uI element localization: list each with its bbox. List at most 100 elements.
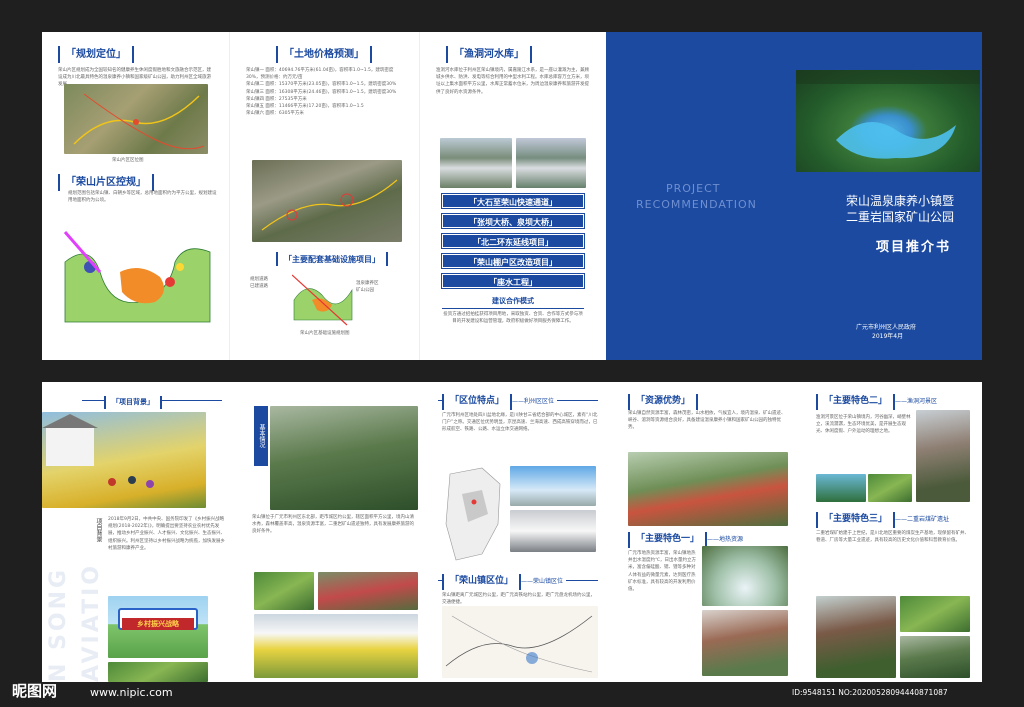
- town-location-text: 荣山镇距离广元城区约公里，距广元高铁站约公里，距广元盘龙机场约公里，交通便捷。: [442, 593, 595, 606]
- spa-building-photo: [702, 610, 788, 676]
- section-title-land-price: 「土地价格预测」: [276, 46, 372, 63]
- cover-resort-photo: [796, 70, 980, 172]
- section-tail-feature-three: ——二重岩煤矿遗址: [895, 516, 950, 523]
- rural-field-photo: [108, 662, 208, 682]
- land-line-6: 荣山镇六 面积：6305平方米: [246, 111, 304, 117]
- location-title-group: 「区位特点」 ——利州区区位: [442, 392, 558, 414]
- legend-item: 规划道路: [250, 277, 268, 282]
- reservoir-photo-left: [440, 138, 512, 188]
- feature-three-title-group: 「主要特色三」 ——二重岩煤矿遗址: [816, 510, 949, 532]
- section-tail-feature-two: ——渔洞河景区: [895, 398, 938, 405]
- infrastructure-legend: 规划道路 已建道路: [250, 276, 290, 290]
- section-title-background: 「项目背景」: [104, 396, 162, 409]
- town-photo-right: [318, 572, 418, 610]
- river-photo: [816, 474, 866, 502]
- brochure-inner-sheet: 「项目背景」 N SONG AVIATIO 项目背景 2018年9月2日，中共中…: [42, 382, 982, 682]
- resort-pool-drawing: [796, 70, 980, 159]
- cover-title-line-1: 荣山温泉康养小镇暨: [846, 194, 955, 208]
- province-map-drawing: [445, 467, 501, 561]
- land-line-1: 荣山镇一 面积：40694.76平方米(61.04亩)，容积率1.0~1.5，建…: [246, 68, 394, 81]
- mountain-village-photo: [270, 406, 418, 510]
- steam-train-rapeseed-photo: [254, 614, 418, 678]
- project-item-water: 「座水工程」: [441, 273, 585, 289]
- zoning-plan-image: [60, 212, 218, 332]
- infrastructure-legend-right: 温泉康养区 矿山公园: [356, 280, 416, 294]
- panel-resources: 「资源优势」 荣山镇自然资源丰富，森林茂密，山水相依，气候宜人，境内温泉、矿山遗…: [612, 382, 802, 682]
- mine-landscape-photo-2: [900, 636, 970, 678]
- project-item-ring-road: 「北二环东延线项目」: [441, 233, 585, 249]
- forest-photo: [868, 474, 912, 502]
- project-item-shantytown: 「荣山棚户区改造项目」: [441, 253, 585, 269]
- background-text: 2018年9月2日，中共中央、国务院印发了《乡村振兴战略规划(2018-2022…: [108, 517, 225, 551]
- cover-date: 2019年4月: [872, 333, 904, 340]
- cave-cliff-photo: [916, 410, 970, 502]
- high-speed-rail-photo: [510, 510, 596, 552]
- legend-item: 已建道路: [250, 284, 268, 290]
- town-location-title-group: 「荣山镇区位」 ——荣山镇区位: [442, 572, 567, 594]
- zoning-text: 规划范围包括荣山镇、白朝乡等区域，总用地面积约为平方公里，规划建设用地面积约为公…: [68, 191, 217, 204]
- reservoir-photo-right: [516, 138, 586, 188]
- cover-english-line-2: RECOMMENDATION: [636, 198, 757, 211]
- town-photo-left: [254, 572, 314, 610]
- section-title-town-location: 「荣山镇区位」: [442, 574, 522, 590]
- mine-landscape-photo-1: [900, 596, 970, 632]
- section-title-location: 「区位特点」: [442, 394, 513, 410]
- airport-photo: [510, 466, 596, 506]
- zoning-plan-drawing: [63, 231, 211, 323]
- feature-three-text: 二重岩煤矿始建于上世纪，是川北地区重要的煤炭生产基地，现保留有矿井、巷道、厂房等…: [816, 531, 969, 544]
- village-flowers-photo: [42, 412, 206, 508]
- location-map-image: [64, 84, 208, 154]
- cover-subtitle: 项目推介书: [876, 240, 952, 255]
- section-title-feature-one: 「主要特色一」: [628, 532, 708, 548]
- legend-item: 温泉康养区: [356, 281, 379, 286]
- route-map-drawing: [445, 615, 593, 673]
- infrastructure-plan-image: [291, 270, 354, 328]
- section-title-reservoir: 「渔洞河水库」: [446, 46, 532, 63]
- revitalization-banner: 乡村振兴战略: [122, 618, 194, 630]
- cooperation-text: 投资方通过招拍挂获得项目用地，采取独资、合资、合作等方式参与项目的开发建设和运营…: [442, 308, 584, 325]
- cover-issuer: 广元市利州区人民政府: [856, 324, 917, 331]
- cover-english-line-1: PROJECT: [666, 182, 721, 195]
- legend-item: 矿山公园: [356, 288, 374, 294]
- basic-info-vertical-label: 基本情况: [254, 406, 268, 466]
- panel-reservoir: 「渔洞河水库」 渔洞河水库位于利州区荣山镇境内，属嘉陵江水系，是一座以灌溉为主，…: [420, 32, 606, 360]
- section-title-positioning: 「规划定位」: [58, 46, 134, 63]
- land-line-5: 荣山镇五 面积：11466平方米(17.20亩)，容积率1.0~1.5: [246, 103, 364, 109]
- section-title-resources: 「资源优势」: [628, 394, 699, 410]
- village-scene-drawing: [42, 414, 154, 488]
- land-line-2: 荣山镇二 面积：15370平方米(23.05亩)，容积率1.0~1.5，建筑密度…: [246, 82, 397, 88]
- background-vertical-label: 项目背景: [95, 518, 102, 542]
- project-item-bridges: 「张坝大桥、泉坝大桥」: [441, 213, 585, 229]
- mine-ruins-photo: [816, 596, 896, 678]
- infrastructure-plan-caption: 荣山片区基础设施规划图: [300, 331, 350, 336]
- section-tail-location: ——利州区区位: [512, 398, 555, 405]
- feature-one-text: 广元市地热资源丰富，荣山镇地热井出水温度约℃，日出水量约立方米，富含偏硅酸、锶、…: [628, 551, 697, 592]
- image-id-text: ID:9548151 NO:20200528094440871087: [792, 688, 948, 697]
- infrastructure-plan-drawing: [291, 274, 353, 326]
- cover-panel: PROJECT RECOMMENDATION 荣山温泉康养小镇暨 二重岩国家矿山…: [606, 32, 982, 360]
- section-tail-feature-one: ——地热资源: [707, 536, 744, 543]
- rural-revitalization-illustration: 乡村振兴战略: [108, 596, 208, 658]
- map-caption: 荣山片区区位图: [112, 158, 144, 163]
- panel-basic-info: 基本情况 荣山镇位于广元市利州区东北部，距市城区约公里，辖区面积平方公里，境内山…: [232, 382, 424, 682]
- section-title-zoning: 「荣山片区控规」: [58, 174, 154, 191]
- section-title-feature-three: 「主要特色三」: [816, 512, 896, 528]
- section-title-feature-two: 「主要特色二」: [816, 394, 896, 410]
- hot-spring-photo: [702, 546, 788, 606]
- cover-title-line-2: 二重岩国家矿山公园: [846, 210, 955, 224]
- panel-land-price: 「土地价格预测」 荣山镇一 面积：40694.76平方米(61.04亩)，容积率…: [230, 32, 420, 360]
- brochure-outer-sheet: 「规划定位」 荣山片区规划成为全国较知名的健康养生休闲度假胜地和文旅融合示范区，…: [42, 32, 982, 360]
- land-parcel-satellite-image: [252, 160, 402, 242]
- basic-info-text: 荣山镇位于广元市利州区东北部，距市城区约公里，辖区面积平方公里，境内山清水秀，森…: [252, 515, 414, 535]
- panel-location: 「区位特点」 ——利州区区位 广元市利州区地处四川盆地北缘，是川陕甘三省结合部的中…: [424, 382, 612, 682]
- panel-features: 「主要特色二」 ——渔洞河景区 渔洞河景区位于荣山镇境内，河谷幽深，峭壁林立，溪流…: [802, 382, 982, 682]
- land-line-3: 荣山镇三 面积：16308平方米(24.46亩)，容积率1.0~1.5，建筑密度…: [246, 89, 397, 95]
- panel-planning: 「规划定位」 荣山片区规划成为全国较知名的健康养生休闲度假胜地和文旅融合示范区，…: [42, 32, 230, 360]
- feature-two-text: 渔洞河景区位于荣山镇境内，河谷幽深，峭壁林立，溪流潺潺，生态环境优美，是开展生态…: [816, 415, 911, 435]
- reservoir-text: 渔洞河水库位于利州区荣山镇境内，属嘉陵江水系，是一座以灌溉为主，兼顾城乡供水、防…: [436, 68, 589, 95]
- province-map-image: [442, 464, 506, 570]
- location-text: 广元市利州区地处四川盆地北缘，是川陕甘三省结合部的中心城区，素有“川北门户”之称…: [442, 413, 598, 433]
- map-route-overlay: [73, 93, 205, 150]
- section-tail-town-location: ——荣山镇区位: [521, 578, 564, 585]
- land-line-4: 荣山镇四 面积：27535平方米: [246, 96, 307, 102]
